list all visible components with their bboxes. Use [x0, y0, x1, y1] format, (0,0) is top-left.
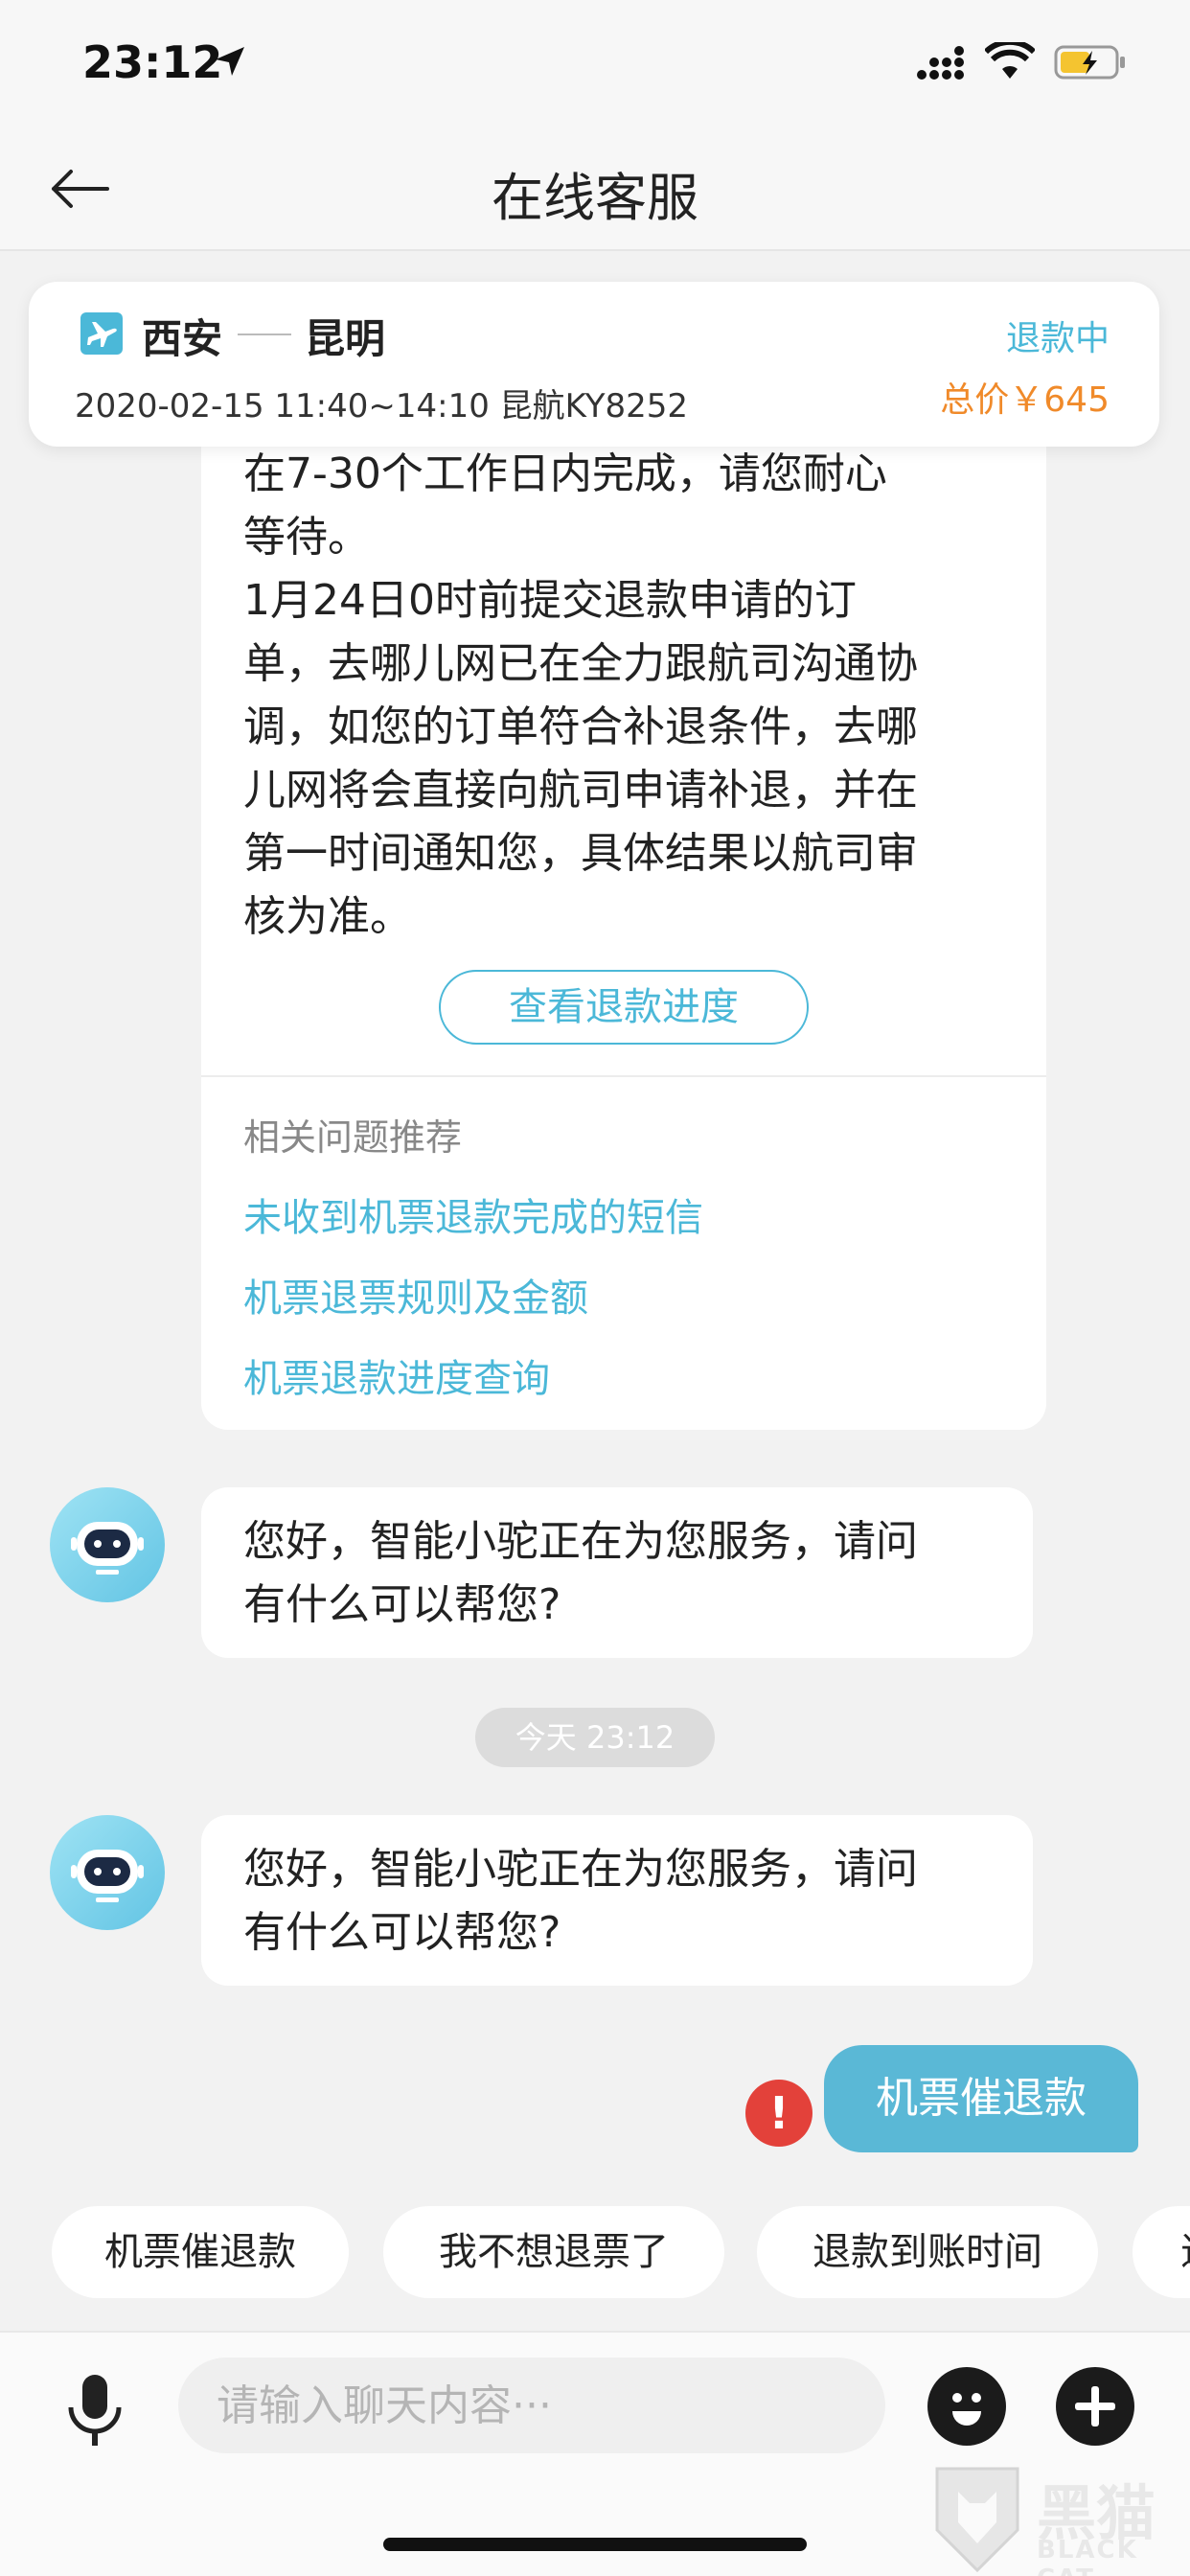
- chat-input[interactable]: [178, 2358, 885, 2453]
- bot-avatar: [50, 1487, 165, 1602]
- bot-message-bubble: 您好，智能小驼正在为您服务，请问 有什么可以帮您?: [201, 1815, 1033, 1986]
- route-from: 西安: [142, 315, 223, 362]
- watermark-en: BLACK CAT: [1037, 2536, 1138, 2576]
- wifi-icon: [985, 42, 1035, 79]
- route-arrow: [238, 334, 291, 335]
- plus-icon[interactable]: [1056, 2367, 1134, 2446]
- quick-reply-bar: 机票催退款 我不想退票了 退款到账时间 退: [0, 2206, 1190, 2302]
- related-questions-title: 相关问题推荐: [243, 1116, 463, 1159]
- microphone-icon[interactable]: [61, 2373, 128, 2450]
- watermark: 黑猫 BLACK CAT: [929, 2463, 1190, 2576]
- quick-reply-chip[interactable]: 机票催退款: [52, 2206, 349, 2298]
- total-price: 总价￥645: [940, 380, 1110, 420]
- cat-shield-logo-icon: [935, 2467, 1019, 2573]
- robot-icon: [71, 1850, 144, 1902]
- location-arrow-icon: [216, 47, 244, 76]
- answer-text: 在7-30个工作日内完成，请您耐心 等待。 1月24日0时前提交退款申请的订 单…: [243, 449, 918, 941]
- view-refund-progress-button[interactable]: 查看退款进度: [439, 970, 809, 1045]
- quick-reply-chip[interactable]: 退款到账时间: [757, 2206, 1098, 2298]
- quick-reply-chip[interactable]: 我不想退票了: [383, 2206, 724, 2298]
- status-time: 23:12: [82, 36, 223, 88]
- signal-icon: [917, 46, 964, 80]
- send-failed-icon[interactable]: !: [745, 2080, 812, 2147]
- plane-icon: [80, 312, 123, 355]
- bot-message-text: 您好，智能小驼正在为您服务，请问 有什么可以帮您?: [243, 1845, 918, 1957]
- battery-charging-icon: [1054, 45, 1125, 80]
- refund-status: 退款中: [1005, 319, 1110, 358]
- answer-card: 在7-30个工作日内完成，请您耐心 等待。 1月24日0时前提交退款申请的订 单…: [201, 402, 1046, 1430]
- status-bar: 23:12: [0, 0, 1190, 126]
- related-link-sms[interactable]: 未收到机票退款完成的短信: [243, 1186, 703, 1242]
- bot-avatar: [50, 1815, 165, 1930]
- timestamp-pill: 今天 23:12: [475, 1708, 715, 1767]
- route-to: 昆明: [305, 315, 386, 362]
- bot-message-text: 您好，智能小驼正在为您服务，请问 有什么可以帮您?: [243, 1517, 918, 1629]
- page-title: 在线客服: [492, 168, 698, 228]
- bot-message-bubble: 您好，智能小驼正在为您服务，请问 有什么可以帮您?: [201, 1487, 1033, 1658]
- emoji-icon[interactable]: [927, 2367, 1006, 2446]
- related-link-progress[interactable]: 机票退款进度查询: [243, 1347, 550, 1403]
- related-link-rules[interactable]: 机票退票规则及金额: [243, 1267, 588, 1322]
- robot-icon: [71, 1522, 144, 1575]
- flight-info: 2020-02-15 11:40~14:10 昆航KY8252: [75, 387, 689, 426]
- divider: [201, 1075, 1046, 1077]
- nav-bar: 在线客服: [0, 126, 1190, 251]
- home-indicator: [383, 2538, 807, 2551]
- user-message-bubble: 机票催退款: [824, 2045, 1138, 2152]
- quick-reply-chip[interactable]: 退: [1133, 2206, 1190, 2298]
- flight-order-card[interactable]: 西安 昆明 2020-02-15 11:40~14:10 昆航KY8252 退款…: [29, 282, 1159, 447]
